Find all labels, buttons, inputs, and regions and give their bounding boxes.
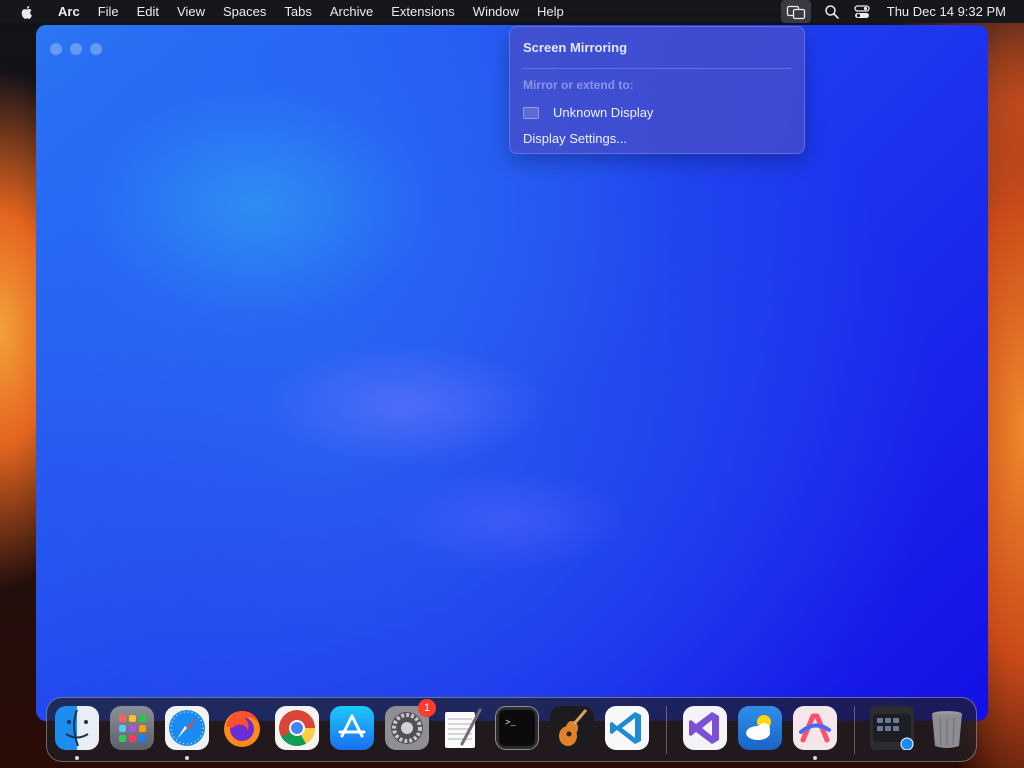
chrome-icon[interactable] <box>275 706 319 750</box>
garageband-icon[interactable] <box>550 706 594 750</box>
dock: 1 >_ <box>46 697 977 762</box>
section-label: Mirror or extend to: <box>523 78 634 92</box>
apple-logo-icon[interactable] <box>19 4 35 20</box>
trash-icon[interactable] <box>925 706 969 750</box>
display-icon <box>523 106 539 119</box>
arc-icon[interactable] <box>793 706 837 750</box>
menu-bar-clock[interactable]: Thu Dec 14 9:32 PM <box>877 4 1024 19</box>
menu-bar: Arc File Edit View Spaces Tabs Archive E… <box>0 0 1024 23</box>
textedit-icon[interactable] <box>440 706 484 750</box>
close-button[interactable] <box>50 43 62 55</box>
minimize-button[interactable] <box>70 43 82 55</box>
menu-help[interactable]: Help <box>528 0 573 23</box>
weather-icon[interactable] <box>738 706 782 750</box>
display-name: Unknown Display <box>553 105 654 120</box>
app-store-icon[interactable] <box>330 706 374 750</box>
menu-edit[interactable]: Edit <box>128 0 168 23</box>
spotlight-search-icon[interactable] <box>817 0 847 23</box>
display-settings-item[interactable]: Display Settings... <box>523 131 627 146</box>
finder-icon[interactable] <box>55 706 99 750</box>
dock-separator <box>854 706 855 754</box>
visual-studio-icon[interactable] <box>683 706 727 750</box>
menu-extensions[interactable]: Extensions <box>382 0 464 23</box>
menu-app-name[interactable]: Arc <box>49 0 89 23</box>
running-indicator <box>813 756 817 760</box>
screen-mirroring-icon[interactable] <box>780 0 811 23</box>
menu-view[interactable]: View <box>168 0 214 23</box>
screen-mirroring-menu: Screen Mirroring Mirror or extend to: Un… <box>509 26 805 154</box>
firefox-icon[interactable] <box>220 706 264 750</box>
svg-text:>_: >_ <box>505 718 516 728</box>
menu-window[interactable]: Window <box>464 0 528 23</box>
terminal-icon[interactable]: >_ <box>495 706 539 750</box>
display-option-unknown[interactable]: Unknown Display <box>523 105 653 120</box>
zoom-button[interactable] <box>90 43 102 55</box>
menu-archive[interactable]: Archive <box>321 0 382 23</box>
notification-badge: 1 <box>418 699 436 717</box>
menu-tabs[interactable]: Tabs <box>275 0 320 23</box>
running-indicator <box>75 756 79 760</box>
vscode-icon[interactable] <box>605 706 649 750</box>
downloads-stack-icon[interactable] <box>870 706 914 751</box>
menu-title: Screen Mirroring <box>523 40 628 55</box>
menu-spaces[interactable]: Spaces <box>214 0 275 23</box>
window-controls <box>50 43 102 55</box>
menu-divider <box>523 68 791 69</box>
dock-separator <box>666 706 667 754</box>
status-area: Thu Dec 14 9:32 PM <box>780 0 1024 23</box>
control-center-icon[interactable] <box>847 0 877 23</box>
safari-icon[interactable] <box>165 706 209 750</box>
system-settings-icon[interactable]: 1 <box>385 699 436 750</box>
running-indicator <box>185 756 189 760</box>
launchpad-icon[interactable] <box>110 706 154 750</box>
menu-file[interactable]: File <box>89 0 128 23</box>
